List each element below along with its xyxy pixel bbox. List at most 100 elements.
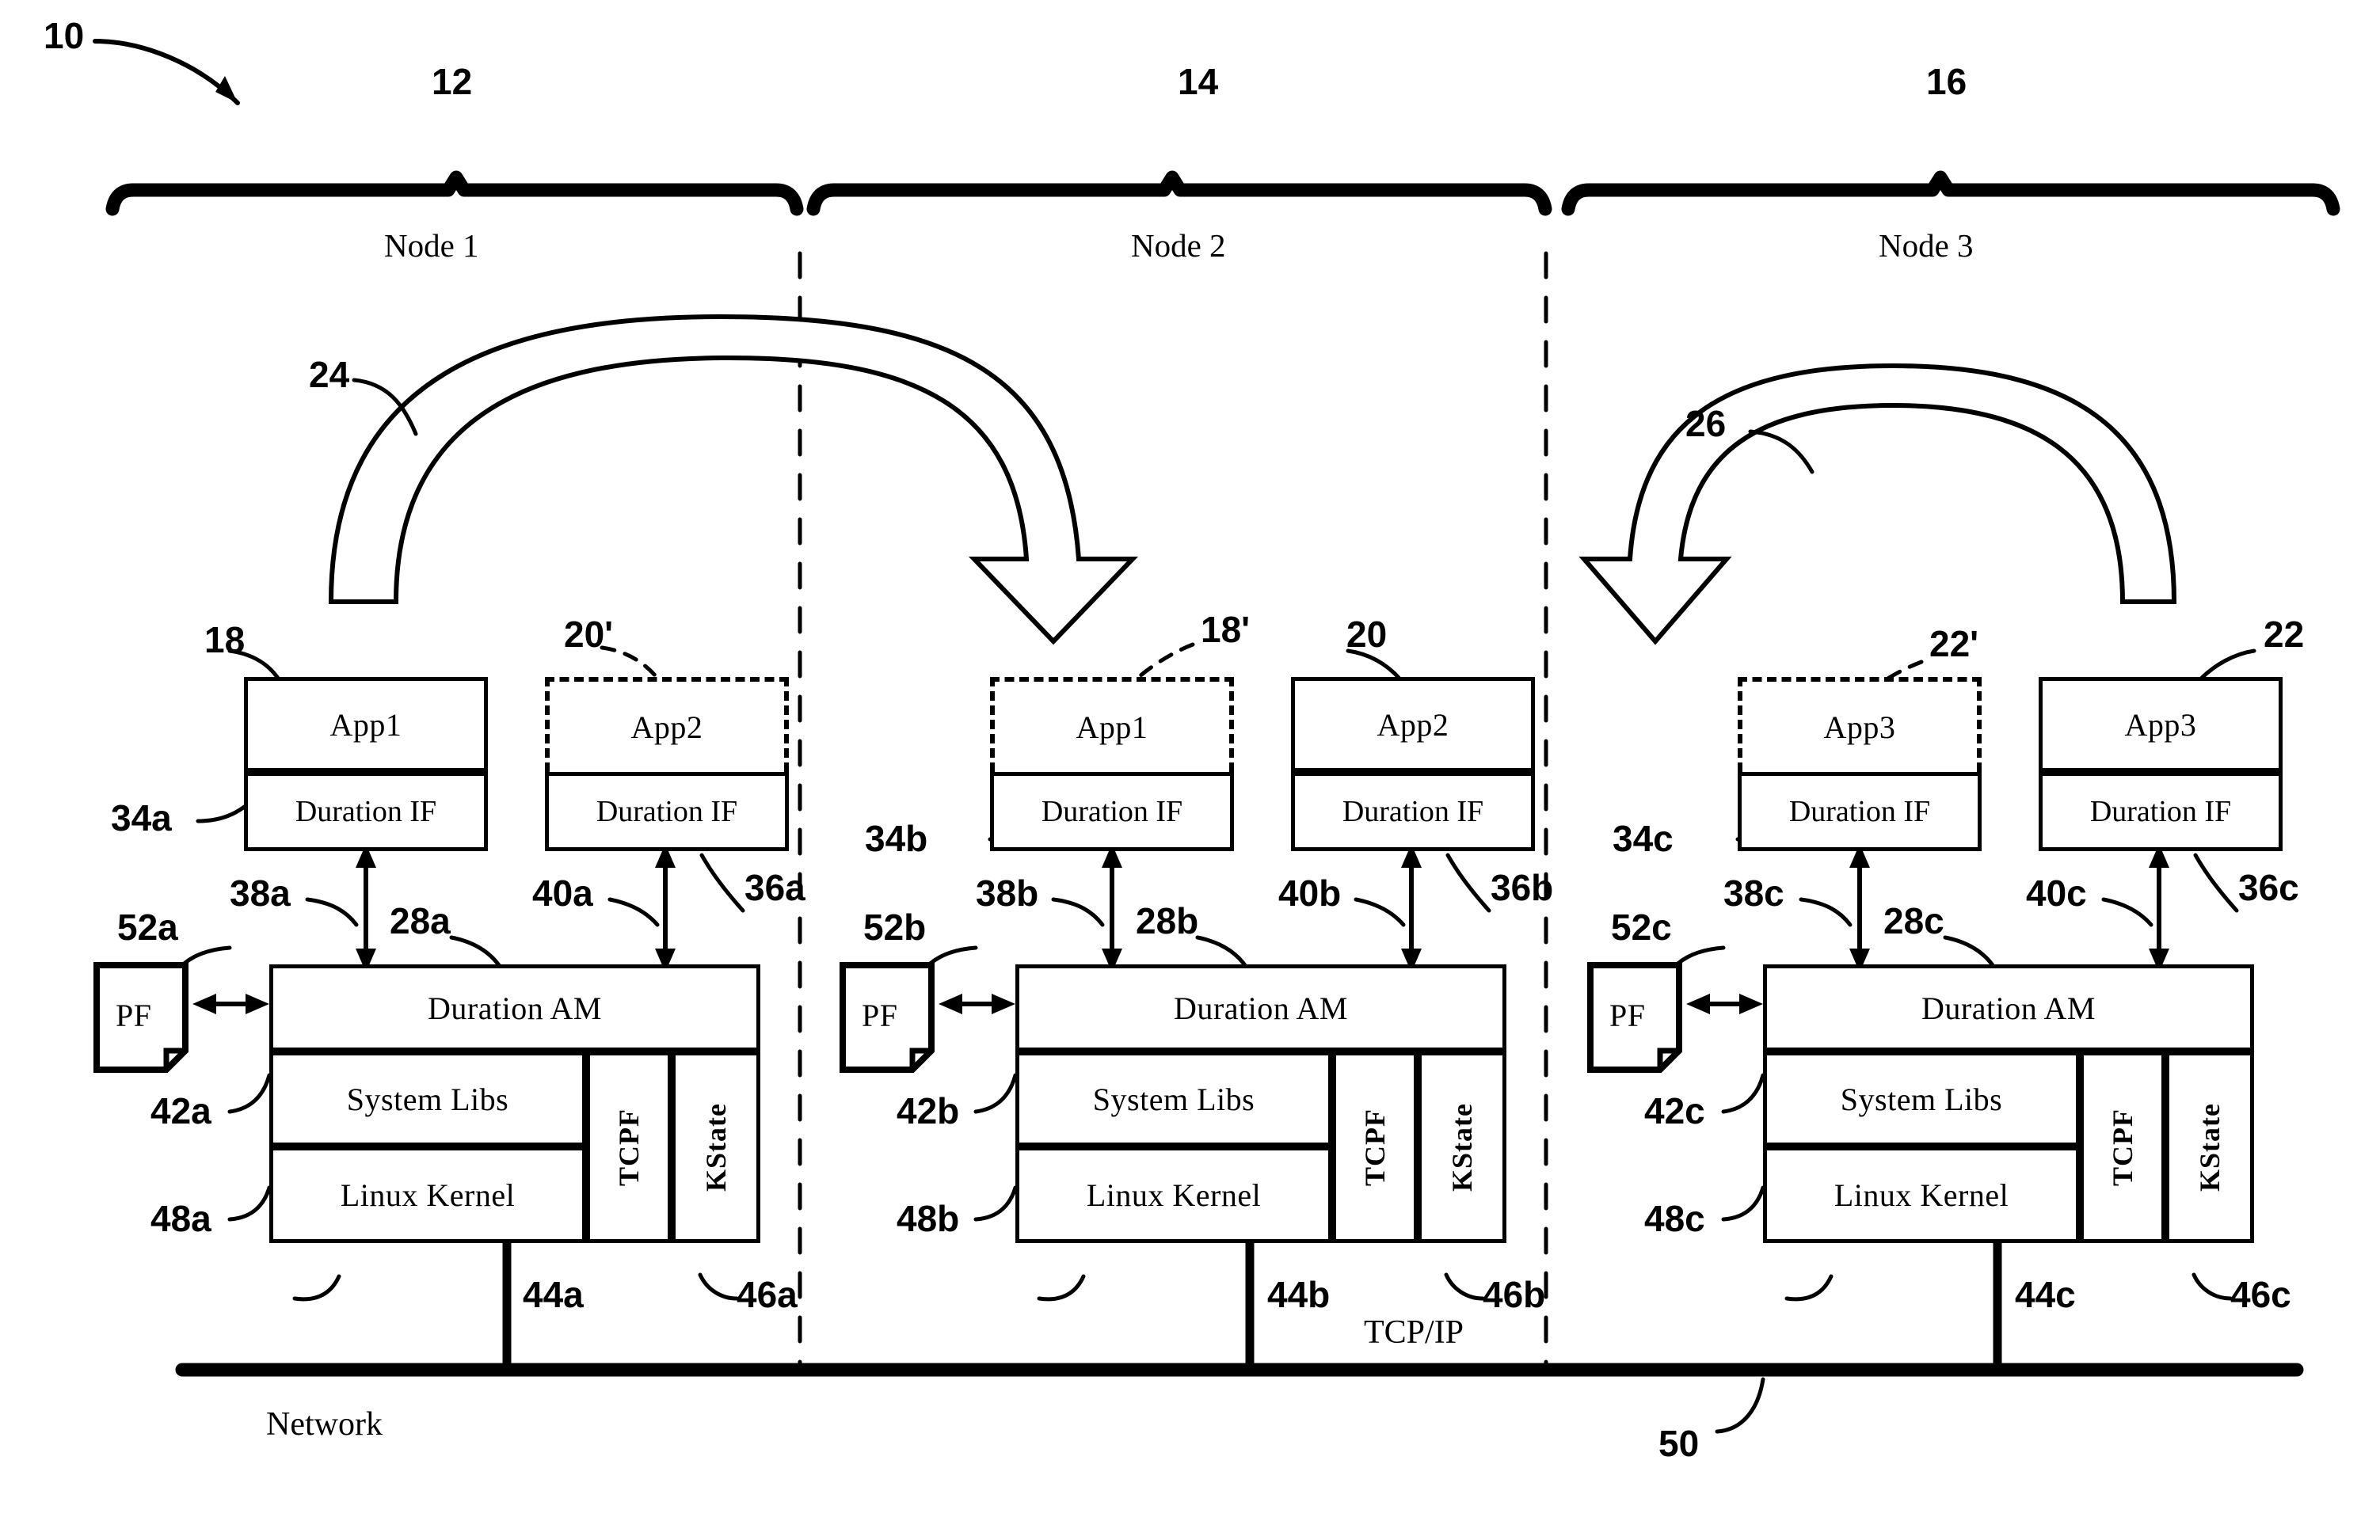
system-libs-label: System Libs [1092,1081,1255,1117]
app-label: App3 [1823,709,1896,745]
tcpf-label: TCPF [613,1108,645,1186]
ref-44b: 44b [1267,1274,1331,1315]
app-box-node3-app3-ghost[interactable]: App3 [1738,677,1982,772]
duration-am-label: Duration AM [1174,990,1348,1026]
network-label: Network [266,1406,383,1443]
system-libs-label: System Libs [346,1081,509,1117]
ref-42a: 42a [150,1090,211,1131]
ref-48a: 48a [150,1198,211,1239]
duration-if-node1-app2[interactable]: Duration IF [545,772,789,851]
kstate-label: KState [700,1103,732,1192]
duration-if-node2-app1[interactable]: Duration IF [990,772,1234,851]
tcpf-node2[interactable]: TCPF [1332,1051,1418,1243]
ref-52b: 52b [863,907,927,948]
linux-kernel-node3[interactable]: Linux Kernel [1763,1146,2080,1243]
ref-44c: 44c [2015,1274,2076,1315]
duration-if-node2-app2[interactable]: Duration IF [1291,772,1535,851]
duration-am-node3[interactable]: Duration AM [1763,964,2254,1051]
ref-24: 24 [309,354,350,395]
kstate-node3[interactable]: KState [2165,1051,2254,1243]
app-label: App3 [2124,706,2197,743]
duration-am-node2[interactable]: Duration AM [1015,964,1506,1051]
ref-36c: 36c [2238,867,2299,908]
ref-22p: 22' [1929,623,1979,664]
duration-if-node1-app1[interactable]: Duration IF [244,772,488,851]
ref-46c: 46c [2230,1274,2291,1315]
kstate-label: KState [1446,1103,1478,1192]
ref-48c: 48c [1644,1198,1705,1239]
app-box-node1-app1[interactable]: App1 [244,677,488,772]
ref-52a: 52a [117,907,178,948]
pf-label: PF [1609,998,1646,1033]
ref-38a: 38a [230,873,291,914]
pf-node3[interactable]: PF [1587,962,1682,1073]
app-label: App1 [1076,709,1148,745]
kstate-node2[interactable]: KState [1418,1051,1506,1243]
tcpf-node1[interactable]: TCPF [586,1051,672,1243]
ref-40a: 40a [532,873,593,914]
duration-if-label: Duration IF [1342,795,1484,828]
ref-38b: 38b [976,873,1039,914]
duration-am-label: Duration AM [428,990,602,1026]
ref-20p: 20' [564,614,614,655]
ref-52c: 52c [1611,907,1672,948]
linux-kernel-node2[interactable]: Linux Kernel [1015,1146,1332,1243]
node-ref-3: 16 [1926,61,1967,102]
ref-34c: 34c [1613,818,1674,859]
ref-50: 50 [1658,1423,1700,1464]
app-label: App2 [630,709,703,745]
ref-42b: 42b [897,1090,960,1131]
ref-40b: 40b [1278,873,1342,914]
duration-if-node3-app3-ghost[interactable]: Duration IF [1738,772,1982,851]
ref-20: 20 [1346,614,1388,655]
figure-ref: 10 [44,15,85,56]
duration-am-node1[interactable]: Duration AM [269,964,760,1051]
pf-label: PF [116,998,152,1033]
ref-36b: 36b [1491,867,1554,908]
app-box-node3-app3[interactable]: App3 [2039,677,2283,772]
tcpip-label: TCP/IP [1364,1314,1464,1351]
duration-if-label: Duration IF [295,795,437,828]
node-title-3: Node 3 [1879,227,1974,264]
ref-18p: 18' [1201,609,1251,650]
pf-label: PF [862,998,898,1033]
system-libs-node2[interactable]: System Libs [1015,1051,1332,1146]
app-label: App1 [329,706,402,743]
ref-34b: 34b [865,818,928,859]
node-title-2: Node 2 [1131,227,1226,264]
ref-26: 26 [1685,403,1727,444]
tcpf-label: TCPF [1359,1108,1391,1186]
ref-28b: 28b [1136,900,1199,941]
kstate-label: KState [2194,1103,2226,1192]
ref-42c: 42c [1644,1090,1705,1131]
ref-22: 22 [2264,614,2305,655]
linux-kernel-label: Linux Kernel [1834,1177,2009,1213]
ref-34a: 34a [111,797,172,838]
system-libs-node3[interactable]: System Libs [1763,1051,2080,1146]
ref-28a: 28a [390,900,451,941]
pf-node2[interactable]: PF [840,962,935,1073]
duration-if-node3-app3[interactable]: Duration IF [2039,772,2283,851]
linux-kernel-label: Linux Kernel [340,1177,516,1213]
patent-figure: 10 12 Node 1 App1 Duration IF 18 34a 38a… [0,0,2380,1540]
kstate-node1[interactable]: KState [672,1051,760,1243]
system-libs-node1[interactable]: System Libs [269,1051,586,1146]
ref-38c: 38c [1723,873,1784,914]
app-box-node1-app2-ghost[interactable]: App2 [545,677,789,772]
duration-if-label: Duration IF [596,795,738,828]
system-libs-label: System Libs [1840,1081,2003,1117]
app-box-node2-app1-ghost[interactable]: App1 [990,677,1234,772]
tcpf-label: TCPF [2107,1108,2138,1186]
app-label: App2 [1377,706,1449,743]
tcpf-node3[interactable]: TCPF [2080,1051,2165,1243]
ref-36a: 36a [744,867,805,908]
ref-48b: 48b [897,1198,960,1239]
ref-44a: 44a [523,1274,584,1315]
pf-node1[interactable]: PF [93,962,188,1073]
app-box-node2-app2[interactable]: App2 [1291,677,1535,772]
linux-kernel-node1[interactable]: Linux Kernel [269,1146,586,1243]
node-title-1: Node 1 [384,227,479,264]
node-ref-2: 14 [1178,61,1219,102]
ref-40c: 40c [2026,873,2087,914]
duration-if-label: Duration IF [1041,795,1183,828]
